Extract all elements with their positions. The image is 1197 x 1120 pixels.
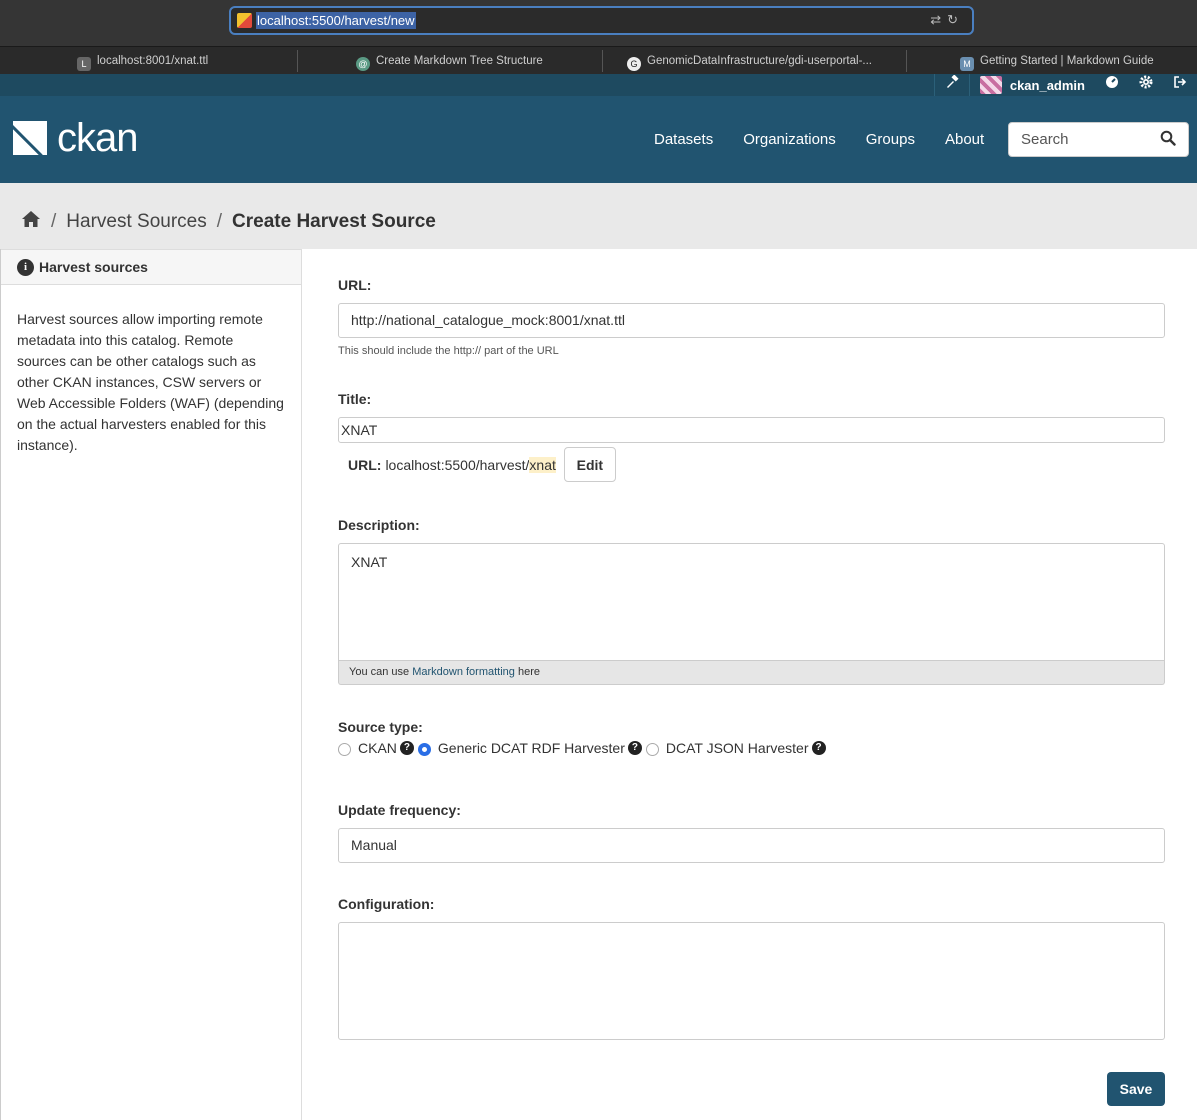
breadcrumb: / Harvest Sources / Create Harvest Sourc… (21, 210, 436, 234)
title-input[interactable]: XNAT (338, 417, 1165, 443)
info-icon: i (17, 258, 34, 276)
help-question-icon[interactable]: ? (627, 740, 642, 755)
title-label: Title: (338, 391, 372, 407)
dashboard-icon[interactable] (1095, 74, 1129, 96)
tab-favicon-icon: @ (356, 57, 370, 71)
username: ckan_admin (1009, 77, 1085, 93)
breadcrumb-separator: / (216, 211, 223, 232)
configuration-label: Configuration: (338, 896, 435, 912)
address-bar-actions: ⇄↻ (930, 12, 964, 28)
url-input[interactable]: http://national_catalogue_mock:8001/xnat… (338, 303, 1165, 338)
description-label: Description: (338, 517, 420, 533)
description-textarea[interactable]: XNAT (338, 543, 1165, 661)
logo-text: ckan (57, 116, 138, 160)
tab-favicon-icon: L (77, 57, 91, 71)
slug-prefix: localhost:5500/harvest/ (385, 456, 530, 473)
tab-label: localhost:8001/xnat.ttl (97, 55, 209, 67)
browser-toolbar: localhost:5500/harvest/new ⇄↻ (0, 0, 1197, 46)
home-icon[interactable] (21, 210, 41, 234)
tab-strip: Llocalhost:8001/xnat.ttl @ Create Markdow… (0, 46, 1197, 74)
site-masthead: ckan Datasets Organizations Groups About (0, 96, 1197, 183)
settings-gear-icon[interactable] (1129, 74, 1163, 96)
nav-organizations[interactable]: Organizations (743, 131, 836, 148)
reload-icon[interactable]: ↻ (947, 12, 964, 27)
tab-divider (297, 50, 298, 72)
radio-dcat-json[interactable] (645, 743, 659, 756)
slug-value: xnat (529, 456, 556, 473)
tab-label: Getting Started | Markdown Guide (980, 55, 1154, 67)
tab-favicon-icon: G (627, 57, 641, 71)
breadcrumb-toolbar: / Harvest Sources / Create Harvest Sourc… (0, 183, 1197, 250)
sidebar: i Harvest sources Harvest sources allow … (1, 249, 302, 1120)
nav-about[interactable]: About (945, 131, 984, 148)
tab-divider (602, 50, 603, 72)
tab-favicon-icon: M (960, 57, 974, 71)
address-bar[interactable]: localhost:5500/harvest/new ⇄↻ (229, 6, 974, 35)
search-input[interactable] (1009, 123, 1154, 156)
breadcrumb-separator: / (51, 211, 57, 232)
tab-divider (906, 50, 907, 72)
browser-tab-4[interactable]: M Getting Started | Markdown Guide (960, 47, 1197, 75)
edit-slug-button[interactable]: Edit (563, 447, 616, 482)
nav-datasets[interactable]: Datasets (654, 131, 713, 148)
search-icon[interactable] (1160, 130, 1180, 150)
radio-dcat-rdf-label: Generic DCAT RDF Harvester (437, 739, 625, 756)
account-user-link[interactable]: ckan_admin (970, 76, 1095, 94)
tab-label: GenomicDataInfrastructure/gdi-userportal… (647, 55, 872, 67)
browser-tab-1[interactable]: Llocalhost:8001/xnat.ttl (77, 47, 287, 75)
radio-ckan-label: CKAN (358, 739, 397, 756)
save-button[interactable]: Save (1107, 1072, 1165, 1106)
markdown-hint-text: here (514, 666, 540, 678)
source-type-label: Source type: (338, 719, 423, 735)
url-help-text: This should include the http:// part of … (338, 345, 559, 357)
radio-dcat-rdf[interactable] (417, 743, 431, 756)
markdown-hint-text: You can use (349, 666, 413, 678)
browser-tab-2[interactable]: @ Create Markdown Tree Structure (356, 47, 596, 75)
sidebar-heading: i Harvest sources (1, 249, 301, 285)
source-type-options: CKAN ? Generic DCAT RDF Harvester ? DCAT… (338, 739, 830, 756)
help-question-icon[interactable]: ? (811, 740, 826, 755)
site-favicon-icon (237, 13, 252, 28)
avatar (979, 76, 1002, 94)
breadcrumb-harvest-sources[interactable]: Harvest Sources (66, 211, 206, 233)
nav-groups[interactable]: Groups (866, 131, 915, 148)
markdown-formatting-link[interactable]: Markdown formatting (412, 666, 515, 678)
logout-icon[interactable] (1163, 74, 1197, 96)
help-question-icon[interactable]: ? (399, 740, 414, 755)
content-wrapper: i Harvest sources Harvest sources allow … (0, 249, 1197, 1120)
configuration-textarea[interactable] (338, 922, 1165, 1040)
url-label: URL: (338, 277, 372, 293)
address-url[interactable]: localhost:5500/harvest/new (256, 12, 416, 29)
sidebar-heading-text: Harvest sources (39, 259, 148, 275)
radio-dcat-json-label: DCAT JSON Harvester (665, 739, 809, 756)
tab-label: Create Markdown Tree Structure (376, 55, 543, 67)
slug-label: URL: (348, 456, 382, 473)
account-masthead: ckan_admin (0, 74, 1197, 96)
ckan-logo-icon (13, 121, 47, 155)
sysadmin-hammer-icon[interactable] (935, 74, 969, 96)
radio-ckan[interactable] (338, 743, 351, 756)
frequency-select[interactable]: Manual (338, 828, 1165, 863)
markdown-hint: You can use Markdown formatting here (338, 661, 1165, 685)
browser-tab-3[interactable]: G GenomicDataInfrastructure/gdi-userporta… (627, 47, 897, 75)
translate-icon[interactable]: ⇄ (930, 12, 947, 27)
main-nav: Datasets Organizations Groups About (654, 96, 1014, 183)
url-slug-preview: URL: localhost:5500/harvest/xnat Edit (348, 447, 616, 482)
site-logo[interactable]: ckan (13, 116, 138, 160)
sidebar-description: Harvest sources allow importing remote m… (17, 311, 284, 453)
site-search (1008, 122, 1189, 157)
frequency-label: Update frequency: (338, 802, 461, 818)
breadcrumb-current[interactable]: Create Harvest Source (232, 211, 436, 233)
